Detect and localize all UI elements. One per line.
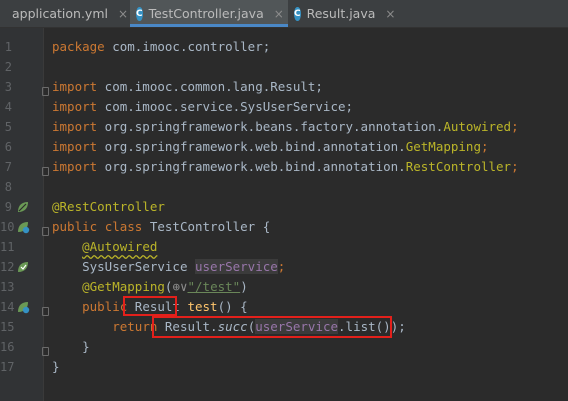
code-line-1: package com.imooc.controller; xyxy=(52,39,271,54)
fold-marker-icon[interactable] xyxy=(42,347,49,356)
line-number: 17 xyxy=(0,360,15,374)
line-number: 1 xyxy=(4,40,12,54)
editor-tab-bar: application.yml × C TestController.java … xyxy=(0,0,568,28)
fold-marker-icon[interactable] xyxy=(42,227,49,236)
line-number: 5 xyxy=(4,120,12,134)
fold-marker-icon[interactable] xyxy=(42,87,49,96)
tab-application-yml[interactable]: application.yml × xyxy=(0,0,130,27)
code-line-16: } xyxy=(82,339,90,354)
line-number: 6 xyxy=(4,140,12,154)
line-number: 12 xyxy=(0,260,15,274)
line-number: 9 xyxy=(4,200,12,214)
code-line-3: import com.imooc.common.lang.Result; xyxy=(52,79,323,94)
spring-bean-icon[interactable] xyxy=(16,200,30,214)
code-line-11: @Autowired xyxy=(82,239,158,254)
line-number: 7 xyxy=(4,160,12,174)
code-line-7: import org.springframework.web.bind.anno… xyxy=(52,159,519,174)
line-number: 13 xyxy=(0,280,15,294)
line-number: 3 xyxy=(4,80,12,94)
result-type-highlight-box xyxy=(123,296,177,316)
line-number: 10 xyxy=(0,220,15,234)
code-line-12: SysUserService userService; xyxy=(82,259,286,274)
line-number: 11 xyxy=(0,240,15,254)
code-line-4: import com.imooc.service.SysUserService; xyxy=(52,99,354,114)
line-number: 4 xyxy=(4,100,12,114)
tab-label: application.yml xyxy=(12,6,108,21)
fold-marker-icon[interactable] xyxy=(42,167,49,176)
code-line-9: @RestController xyxy=(52,199,165,214)
code-line-13: @GetMapping(⊕∨"/test") xyxy=(82,279,248,294)
line-number: 16 xyxy=(0,340,15,354)
tab-result-java[interactable]: C Result.java × xyxy=(288,0,398,27)
globe-icon[interactable]: ⊕∨ xyxy=(172,279,187,294)
tab-testcontroller-java[interactable]: C TestController.java × xyxy=(130,0,288,27)
fold-marker-icon[interactable] xyxy=(42,307,49,316)
autowired-bean-icon[interactable] xyxy=(16,260,30,274)
close-icon[interactable]: × xyxy=(118,7,128,21)
code-line-10: public class TestController { xyxy=(52,219,271,234)
code-line-17: } xyxy=(52,359,60,374)
request-mapping-icon[interactable] xyxy=(16,300,30,314)
close-icon[interactable]: × xyxy=(385,7,395,21)
tab-label: TestController.java xyxy=(148,6,264,21)
line-number: 15 xyxy=(0,320,15,334)
code-editor[interactable]: package com.imooc.controller; import com… xyxy=(44,28,568,401)
code-line-5: import org.springframework.beans.factory… xyxy=(52,119,519,134)
return-statement-highlight-box xyxy=(152,316,392,338)
editor-gutter: 1 2 3 4 5 6 7 8 9 10 11 12 13 14 15 16 1… xyxy=(0,28,44,401)
code-line-6: import org.springframework.web.bind.anno… xyxy=(52,139,489,154)
class-file-icon: C xyxy=(136,6,143,21)
tab-label: Result.java xyxy=(306,6,376,21)
line-number: 14 xyxy=(0,300,15,314)
line-number: 8 xyxy=(4,180,12,194)
spring-bean-navigate-icon[interactable] xyxy=(16,220,30,234)
line-number: 2 xyxy=(4,60,12,74)
class-file-icon: C xyxy=(294,6,301,21)
close-icon[interactable]: × xyxy=(274,7,284,21)
